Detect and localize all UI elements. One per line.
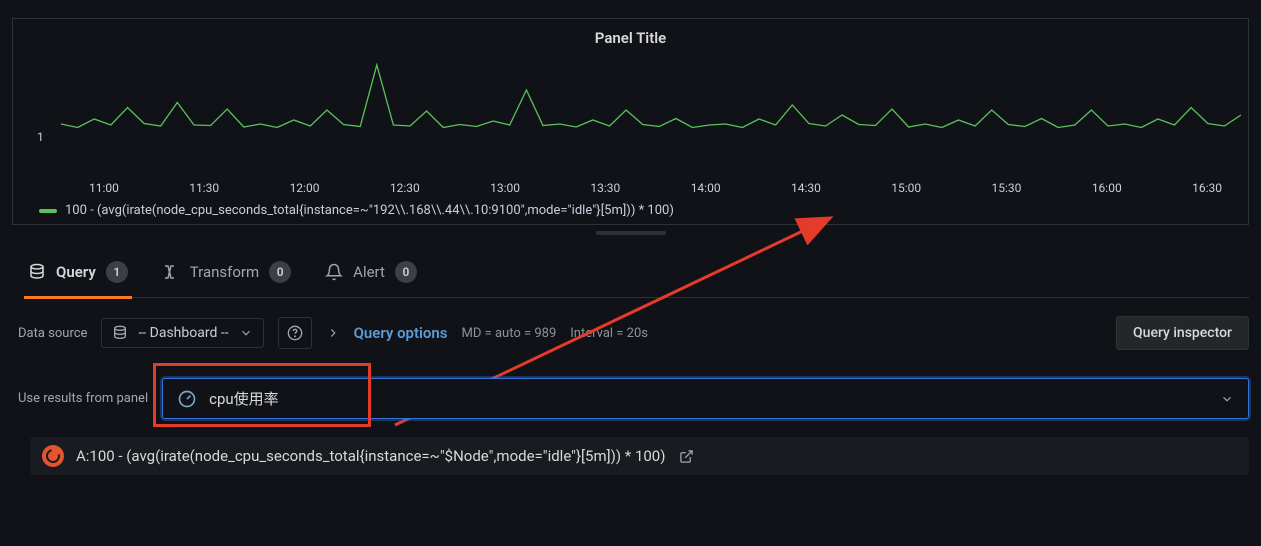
tabs-bar: Query 1 Transform 0 Alert 0: [28, 261, 1249, 298]
tab-transform-label: Transform: [190, 263, 259, 281]
legend-color-swatch: [39, 209, 57, 213]
datasource-select[interactable]: -- Dashboard --: [101, 318, 263, 348]
x-axis-tick: 14:00: [691, 181, 721, 195]
legend-label: 100 - (avg(irate(node_cpu_seconds_total{…: [65, 203, 674, 218]
chart-canvas[interactable]: [61, 55, 1241, 155]
tab-transform-count: 0: [269, 261, 291, 283]
tab-alert[interactable]: Alert 0: [325, 261, 417, 289]
query-ref-icon: [42, 445, 64, 467]
tab-query-label: Query: [56, 263, 96, 281]
tab-query[interactable]: Query 1: [28, 261, 128, 289]
datasource-label: Data source: [18, 326, 87, 341]
resize-handle[interactable]: [596, 231, 666, 235]
datasource-help-button[interactable]: [278, 317, 312, 349]
chevron-down-icon: [239, 326, 253, 340]
tab-alert-count: 0: [395, 261, 417, 283]
x-axis-tick: 13:00: [490, 181, 520, 195]
x-axis-tick: 12:00: [290, 181, 320, 195]
x-axis: 11:00 11:30 12:00 12:30 13:00 13:30 14:00 14:30…: [89, 175, 1222, 195]
use-results-select[interactable]: cpu使用率: [162, 378, 1249, 419]
database-icon: [112, 325, 128, 341]
x-axis-tick: 11:00: [89, 181, 119, 195]
use-results-row: Use results from panel cpu使用率: [18, 378, 1249, 419]
query-options-interval: Interval = 20s: [570, 326, 648, 341]
x-axis-tick: 13:30: [590, 181, 620, 195]
chart-legend[interactable]: 100 - (avg(irate(node_cpu_seconds_total{…: [39, 203, 1240, 218]
chart-panel: Panel Title 1 11:0011:3012:0012:3013:001…: [12, 18, 1249, 225]
datasource-row: Data source -- Dashboard -- Query option…: [18, 316, 1249, 350]
query-inspector-button[interactable]: Query inspector: [1116, 316, 1249, 350]
chart-area: 1: [21, 55, 1240, 175]
query-options-toggle[interactable]: Query options: [354, 324, 448, 342]
panel-title: Panel Title: [21, 29, 1240, 47]
query-result-row: A:100 - (avg(irate(node_cpu_seconds_tota…: [30, 437, 1249, 475]
query-result-text: A:100 - (avg(irate(node_cpu_seconds_tota…: [76, 447, 665, 465]
tab-alert-label: Alert: [353, 263, 385, 281]
x-axis-tick: 16:30: [1192, 181, 1222, 195]
use-results-label: Use results from panel: [18, 391, 148, 406]
database-icon: [28, 263, 46, 281]
gauge-icon: [177, 389, 197, 409]
x-axis-tick: 12:30: [390, 181, 420, 195]
bell-icon: [325, 263, 343, 281]
chevron-down-icon: [1220, 392, 1234, 406]
tab-transform[interactable]: Transform 0: [162, 261, 291, 289]
x-axis-tick: 16:00: [1092, 181, 1122, 195]
x-axis-tick: 14:30: [791, 181, 821, 195]
external-link-icon[interactable]: [679, 449, 694, 464]
chevron-right-icon[interactable]: [326, 326, 340, 340]
x-axis-tick: 15:00: [891, 181, 921, 195]
use-results-selected: cpu使用率: [209, 388, 279, 409]
x-axis-tick: 15:30: [992, 181, 1022, 195]
datasource-selected: -- Dashboard --: [138, 325, 228, 341]
y-axis-tick: 1: [37, 130, 44, 144]
tab-query-count: 1: [106, 261, 128, 283]
query-options-md: MD = auto = 989: [462, 326, 557, 341]
x-axis-tick: 11:30: [189, 181, 219, 195]
transform-icon: [162, 263, 180, 281]
